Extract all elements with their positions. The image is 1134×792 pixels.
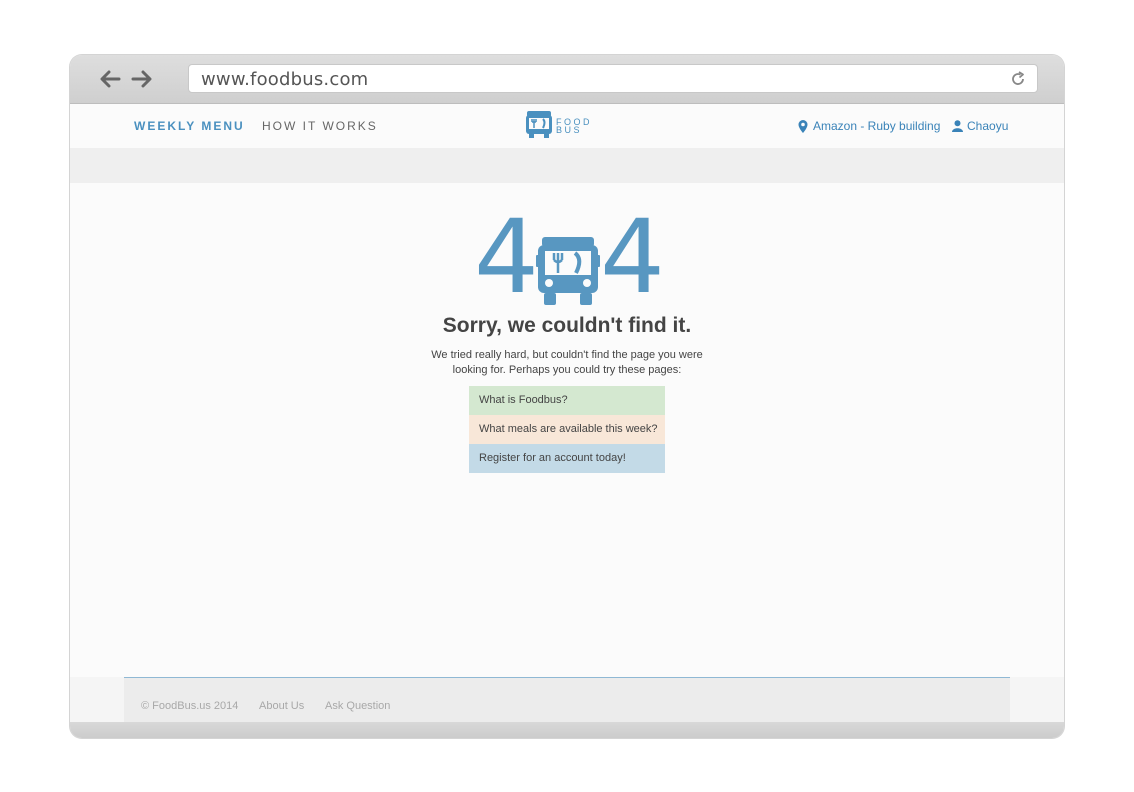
logo-text-bottom: BUS: [556, 125, 583, 135]
forward-arrow-icon[interactable]: [130, 67, 154, 91]
digit-four-left: 4: [474, 198, 539, 317]
footer-ask-question-link[interactable]: Ask Question: [325, 700, 390, 712]
reload-icon[interactable]: [1009, 70, 1027, 88]
user-menu[interactable]: Chaoyu: [952, 119, 1008, 133]
browser-toolbar: www.foodbus.com: [70, 55, 1064, 104]
footer-copyright: © FoodBus.us 2014: [141, 700, 239, 712]
browser-bottom-bar: [70, 722, 1064, 738]
location-link[interactable]: Amazon - Ruby building: [798, 119, 940, 133]
back-arrow-icon[interactable]: [98, 67, 122, 91]
site-header: WEEKLY MENU HOW IT WORKS FOOD BUS Amazon…: [70, 104, 1064, 148]
header-band: [70, 148, 1064, 183]
footer-margin-left: [70, 677, 124, 722]
digit-four-right: 4: [600, 198, 665, 317]
user-name: Chaoyu: [967, 119, 1009, 133]
map-pin-icon: [798, 119, 808, 133]
error-title: Sorry, we couldn't find it.: [442, 314, 692, 337]
suggestion-register[interactable]: Register for an account today!: [469, 444, 665, 473]
error-404-graphic: 4 4: [474, 207, 665, 309]
bus-icon: [536, 237, 600, 305]
bus-logo-icon: [526, 111, 552, 138]
address-bar[interactable]: www.foodbus.com: [188, 64, 1038, 93]
site-footer: © FoodBus.us 2014 About Us Ask Question: [124, 677, 1010, 723]
error-subtitle: We tried really hard, but couldn't find …: [431, 349, 703, 376]
location-label: Amazon - Ruby building: [813, 119, 941, 133]
footer-margin-right: [1010, 677, 1064, 722]
url-text: www.foodbus.com: [201, 69, 369, 90]
user-icon: [952, 120, 963, 132]
suggestion-list: What is Foodbus? What meals are availabl…: [469, 386, 665, 473]
suggestion-available-meals[interactable]: What meals are available this week?: [469, 415, 665, 444]
nav-weekly-menu[interactable]: WEEKLY MENU: [134, 119, 245, 133]
nav-how-it-works[interactable]: HOW IT WORKS: [262, 119, 378, 133]
suggestion-what-is-foodbus[interactable]: What is Foodbus?: [469, 386, 665, 415]
foodbus-logo[interactable]: FOOD BUS: [524, 110, 604, 142]
footer-about-link[interactable]: About Us: [259, 700, 304, 712]
logo-wordmark: FOOD BUS: [556, 118, 592, 135]
browser-window: www.foodbus.com WEEKLY MENU HOW IT WORKS…: [70, 55, 1064, 738]
